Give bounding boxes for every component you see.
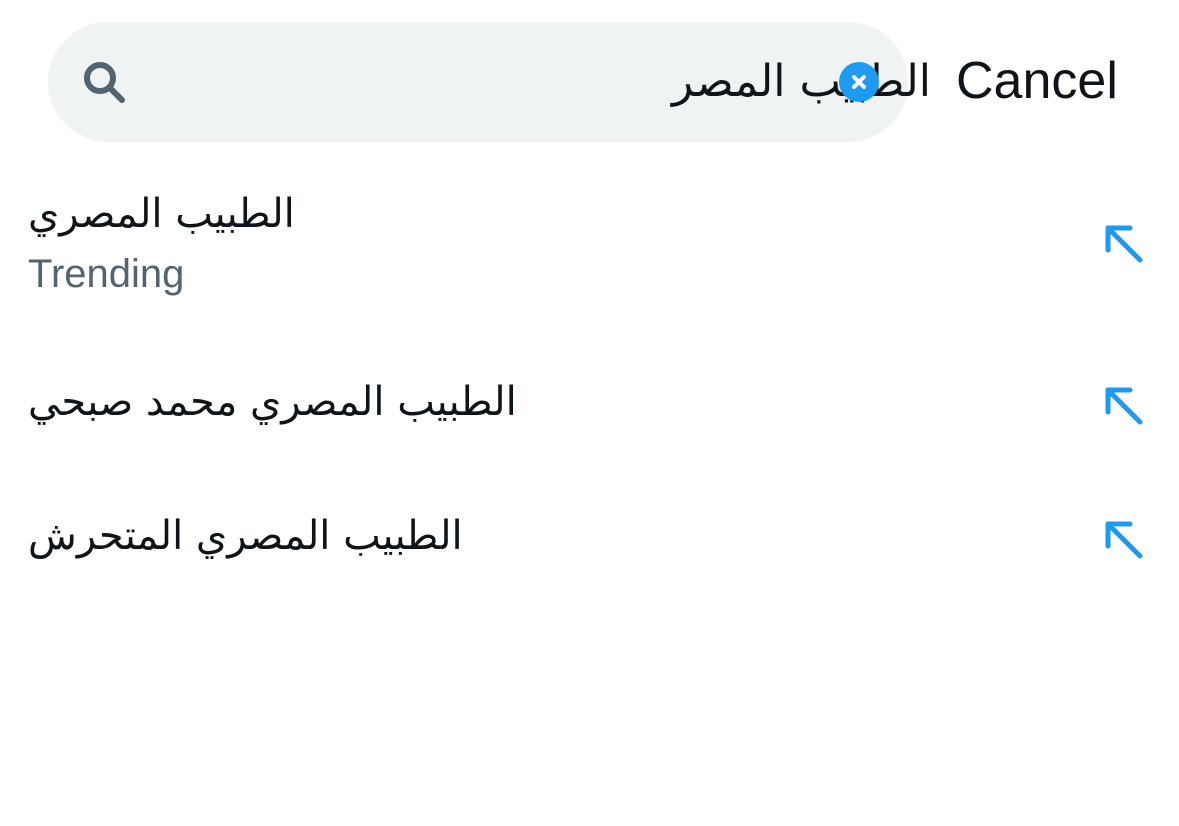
list-item[interactable]: الطبيب المصري المتحرش xyxy=(0,494,1179,594)
search-icon xyxy=(80,58,128,106)
arrow-up-left-icon[interactable] xyxy=(1100,382,1146,428)
suggestion-label: الطبيب المصري المتحرش xyxy=(28,513,463,559)
arrow-up-left-icon[interactable] xyxy=(1100,220,1146,266)
list-item[interactable]: الطبيب المصري محمد صبحي xyxy=(0,360,1179,460)
cancel-button[interactable]: Cancel xyxy=(956,46,1118,116)
search-screen: الطبيب المصر Cancel الطبيب المصري Trendi… xyxy=(0,0,1179,826)
suggestion-label: الطبيب المصري xyxy=(28,191,295,237)
search-input[interactable]: الطبيب المصر xyxy=(672,50,931,114)
arrow-up-left-icon[interactable] xyxy=(1100,516,1146,562)
suggestion-label: الطبيب المصري محمد صبحي xyxy=(28,379,517,425)
close-icon xyxy=(852,75,866,89)
list-item[interactable]: الطبيب المصري Trending xyxy=(0,180,1179,310)
trending-label: Trending xyxy=(28,252,185,296)
clear-search-button[interactable] xyxy=(839,62,879,102)
